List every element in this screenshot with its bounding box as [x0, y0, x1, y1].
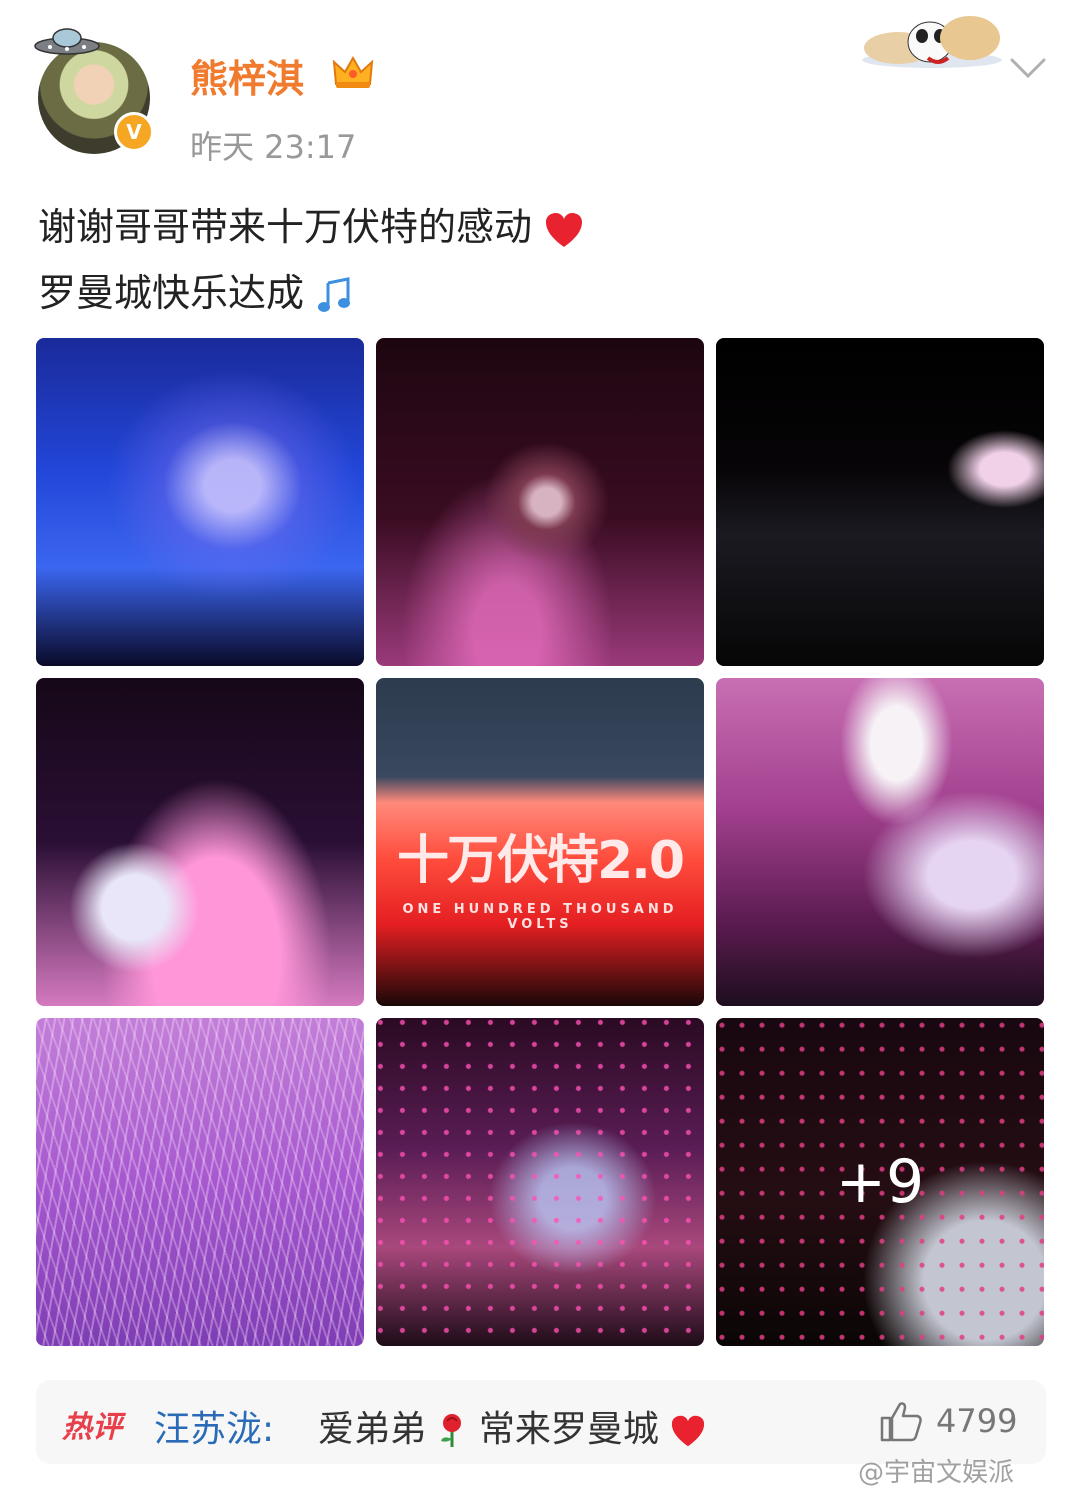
comment-separator: :: [262, 1409, 275, 1450]
crown-icon: [332, 55, 374, 88]
photo-3[interactable]: [716, 338, 1044, 666]
comment-username[interactable]: 汪苏泷:: [154, 1400, 274, 1452]
photo-9[interactable]: +9: [716, 1018, 1044, 1346]
sleeping-bear-sticker-icon: [862, 16, 1002, 68]
photo-8[interactable]: [376, 1018, 704, 1346]
hot-comment-tag: 热评: [62, 1410, 122, 1445]
post-timestamp: 昨天 23:17: [190, 128, 357, 166]
like-count: 4799: [936, 1402, 1018, 1440]
music-note-icon: [318, 276, 351, 312]
red-heart-icon: [546, 212, 583, 247]
comment-text: 爱弟弟 常来罗曼城: [318, 1400, 706, 1452]
photo-7[interactable]: [36, 1018, 364, 1346]
username[interactable]: 熊梓淇: [190, 48, 304, 103]
comment-text-b: 常来罗曼城: [478, 1409, 659, 1450]
concert-banner-subtitle: ONE HUNDRED THOUSAND VOLTS: [402, 902, 678, 932]
photo-6[interactable]: [716, 678, 1044, 1006]
red-heart-icon: [672, 1415, 705, 1447]
ufo-icon: [34, 28, 100, 55]
more-photos-count: +9: [716, 1018, 1044, 1346]
avatar[interactable]: V: [34, 28, 154, 154]
image-grid: 十万伏特2.0 ONE HUNDRED THOUSAND VOLTS +9: [36, 338, 1046, 1348]
photo-1[interactable]: [36, 338, 364, 666]
post-text-line-1: 谢谢哥哥带来十万伏特的感动: [38, 196, 584, 251]
verified-badge-icon: V: [114, 112, 154, 152]
comment-username-text: 汪苏泷: [154, 1409, 263, 1450]
post-text-line-2: 罗曼城快乐达成: [38, 262, 354, 317]
photo-4[interactable]: [36, 678, 364, 1006]
comment-text-a: 爱弟弟: [318, 1409, 427, 1450]
post-text-2: 罗曼城快乐达成: [38, 271, 305, 315]
photo-2[interactable]: [376, 338, 704, 666]
thumbs-up-icon[interactable]: [878, 1398, 924, 1444]
rose-icon: [441, 1414, 462, 1447]
concert-banner-title: 十万伏特2.0: [396, 831, 685, 891]
photo-5[interactable]: 十万伏特2.0 ONE HUNDRED THOUSAND VOLTS: [376, 678, 704, 1006]
chevron-down-icon[interactable]: [1008, 56, 1048, 82]
watermark: @宇宙文娱派: [858, 1458, 1015, 1488]
post-text-1: 谢谢哥哥带来十万伏特的感动: [38, 205, 533, 249]
